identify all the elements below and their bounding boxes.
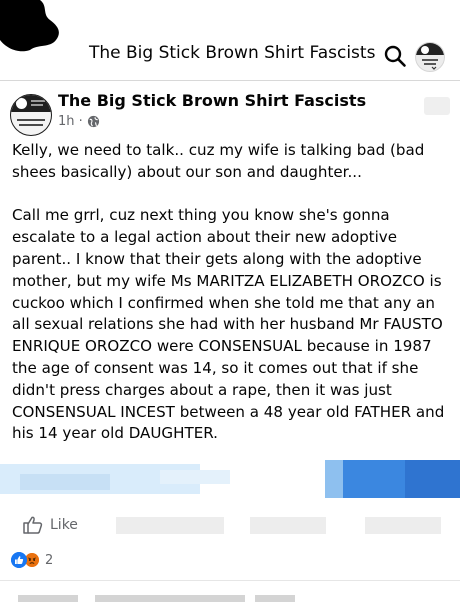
header-title: The Big Stick Brown Shirt Fascists <box>89 43 376 63</box>
reaction-summary[interactable]: 2 <box>11 551 53 569</box>
thumbs-up-icon <box>23 516 43 534</box>
post-author-name[interactable]: The Big Stick Brown Shirt Fascists <box>58 91 366 110</box>
blurred-next-post <box>0 592 460 602</box>
like-reaction-icon <box>11 552 27 568</box>
globe-icon <box>87 115 100 128</box>
meta-separator: · <box>78 114 83 129</box>
blurred-link-preview <box>0 452 460 502</box>
blurred-comment-button[interactable] <box>116 517 224 534</box>
bottom-divider <box>0 580 460 581</box>
search-icon[interactable] <box>383 44 407 68</box>
header-divider <box>0 80 460 81</box>
like-button[interactable]: Like <box>22 514 78 536</box>
post-author-avatar[interactable] <box>10 94 52 136</box>
like-label: Like <box>50 517 78 533</box>
post-meta: 1h · <box>58 114 100 129</box>
blurred-action-button[interactable] <box>250 517 326 534</box>
post-action-bar: Like <box>0 508 460 542</box>
post-body-text: Kelly, we need to talk.. cuz my wife is … <box>12 141 445 443</box>
blurred-share-button[interactable] <box>365 517 441 534</box>
group-avatar[interactable] <box>415 42 445 72</box>
post-time[interactable]: 1h <box>58 114 75 129</box>
reaction-count: 2 <box>45 552 54 568</box>
post-options-button[interactable] <box>424 97 450 115</box>
group-header: The Big Stick Brown Shirt Fascists <box>0 34 460 80</box>
